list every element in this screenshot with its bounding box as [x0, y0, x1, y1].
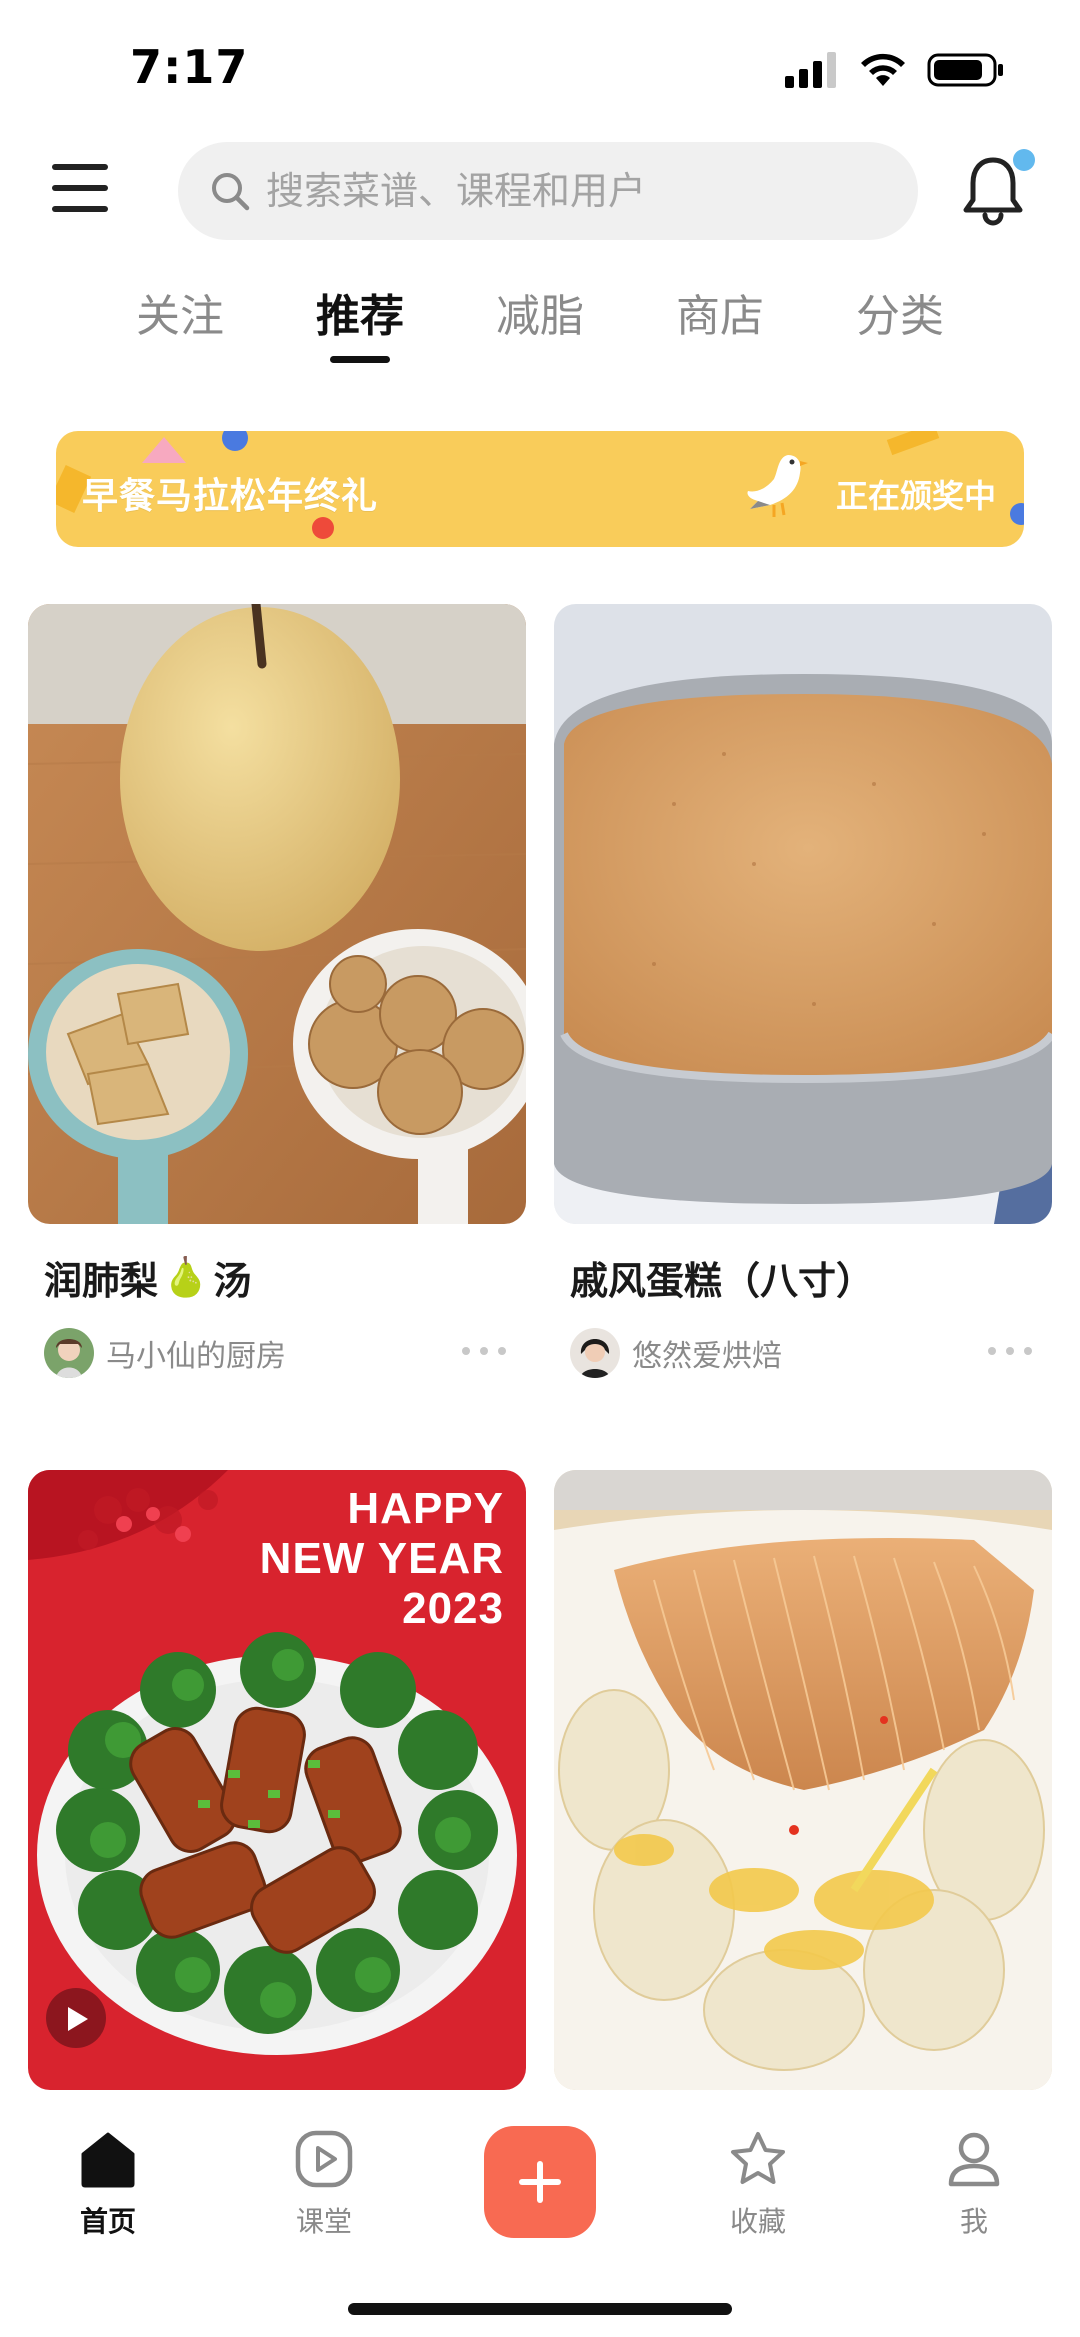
avatar[interactable] [570, 1328, 620, 1378]
promo-banner[interactable]: 早餐马拉松年终礼 正在颁奖中 [56, 431, 1024, 547]
search-icon [212, 173, 250, 211]
more-options-icon[interactable] [462, 1339, 506, 1363]
confetti-decoration [886, 431, 940, 456]
menu-icon-bar [52, 164, 108, 170]
tab-follow[interactable]: 关注 [110, 280, 250, 344]
home-icon [81, 2132, 135, 2188]
nav-favorites[interactable]: 收藏 [698, 2128, 818, 2240]
recipe-image [28, 604, 526, 1224]
nav-classroom-label: 课堂 [295, 2205, 352, 2238]
recipe-card[interactable]: 戚风蛋糕（八寸） 悠然爱烘焙 [554, 604, 1052, 1379]
recipe-title: 戚风蛋糕（八寸） [570, 1259, 875, 1303]
search-bar[interactable] [178, 142, 918, 240]
plus-icon [519, 2161, 561, 2203]
recipe-card[interactable]: 润肺梨 🍐 汤 马小仙的厨房 [28, 604, 526, 1379]
nav-me-label: 我 [959, 2205, 988, 2238]
category-tabs: 关注 推荐 减脂 商店 分类 [0, 280, 1080, 380]
recipe-image-container: HAPPY NEW YEAR 2023 [28, 1470, 526, 2090]
author-name[interactable]: 悠然爱烘焙 [632, 1331, 782, 1375]
notification-dot [1013, 149, 1035, 171]
recipe-image [554, 1470, 1052, 2090]
banner-title: 早餐马拉松年终礼 [82, 476, 379, 517]
nav-home[interactable]: 首页 [48, 2128, 168, 2240]
author-row: 悠然爱烘焙 [570, 1327, 1052, 1379]
confetti-decoration [222, 431, 248, 451]
user-icon [948, 2132, 1000, 2187]
cellular-signal-icon [785, 52, 836, 88]
recipe-card[interactable]: HAPPY NEW YEAR 2023 [28, 1470, 526, 2090]
add-recipe-button[interactable] [484, 2126, 596, 2238]
confetti-decoration [142, 437, 186, 463]
status-time: 7:17 [130, 40, 249, 94]
new-year-overlay-text: HAPPY NEW YEAR 2023 [259, 1484, 504, 1633]
nav-favorites-label: 收藏 [729, 2205, 786, 2238]
tab-recommended[interactable]: 推荐 [290, 280, 430, 363]
tab-categories[interactable]: 分类 [830, 280, 970, 344]
nav-me[interactable]: 我 [914, 2128, 1034, 2240]
recipe-card[interactable] [554, 1470, 1052, 2090]
menu-icon-bar [52, 185, 108, 191]
status-bar: 7:17 [0, 0, 1080, 130]
tab-store[interactable]: 商店 [650, 280, 790, 344]
menu-button[interactable] [52, 164, 108, 212]
home-indicator[interactable] [348, 2303, 732, 2315]
menu-icon-bar [52, 206, 108, 212]
status-icons [785, 52, 1005, 88]
search-input[interactable] [266, 169, 886, 213]
pear-emoji: 🍐 [162, 1255, 210, 1299]
video-play-icon[interactable] [50, 1993, 102, 2045]
recipe-image [554, 604, 1052, 1224]
play-icon [295, 2130, 353, 2188]
star-icon [731, 2132, 785, 2184]
author-name[interactable]: 马小仙的厨房 [106, 1331, 286, 1375]
nav-classroom[interactable]: 课堂 [264, 2128, 384, 2240]
confetti-decoration [312, 517, 334, 539]
battery-icon [927, 53, 1003, 87]
nav-home-label: 首页 [79, 2205, 136, 2238]
banner-status: 正在颁奖中 [835, 477, 996, 515]
author-row: 马小仙的厨房 [44, 1327, 526, 1379]
more-options-icon[interactable] [988, 1339, 1032, 1363]
recipe-title: 润肺梨 🍐 汤 [44, 1255, 252, 1303]
bird-icon [747, 455, 808, 517]
wifi-icon [861, 53, 905, 86]
active-tab-indicator [330, 356, 390, 363]
tab-label: 推荐 [316, 291, 404, 342]
confetti-decoration [1010, 503, 1024, 525]
avatar[interactable] [44, 1328, 94, 1378]
bottom-navigation: 首页 课堂 收藏 我 [0, 2092, 1080, 2337]
tab-fat-loss[interactable]: 减脂 [470, 280, 610, 344]
